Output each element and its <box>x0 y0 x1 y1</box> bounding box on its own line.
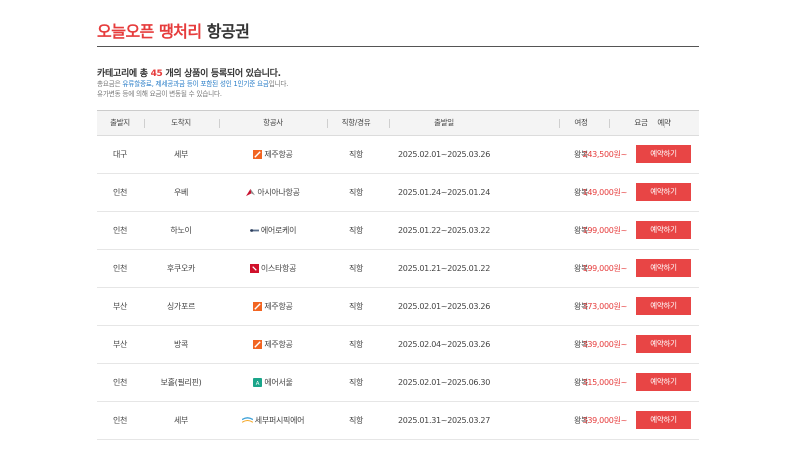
airline-label: 제주항공 <box>253 288 293 325</box>
flight-table: 출발지도착지항공사직항/경유출발일여정요금예약 대구세부제주항공직항2025.0… <box>97 110 699 440</box>
book-button[interactable]: 예약하기 <box>636 411 691 429</box>
note1-highlight: 유류할증료, 제세공과금 등이 포함된 성인 1인기준 요금 <box>122 80 269 88</box>
departure-date-cell: 2025.01.22~2025.03.22 <box>397 226 490 235</box>
fare-cell: 315,000원~ <box>582 378 628 387</box>
fare-note-2: 유가변동 등에 의해 요금이 변동될 수 있습니다. <box>97 89 222 98</box>
summary-suffix: 개의 상품이 등록되어 있습니다. <box>162 69 281 79</box>
header-separator <box>609 119 610 128</box>
fare-cell: 149,000원~ <box>582 188 628 197</box>
cebu-pacific-icon <box>241 416 253 425</box>
departure-date-cell: 2025.02.01~2025.06.30 <box>397 378 490 387</box>
header-separator <box>144 119 145 128</box>
fare-cell: 243,500원~ <box>582 150 628 159</box>
airline-label: 세부퍼시픽에어 <box>241 402 305 439</box>
air-seoul-icon: A <box>253 378 263 387</box>
header-separator <box>664 119 665 128</box>
page-title-rest: 항공권 <box>201 22 250 41</box>
header-separator <box>327 119 328 128</box>
table-row[interactable]: 인천 하노이 에어로케이 직항 2025.01.22~2025.03.22 왕복 199,0… <box>97 212 699 250</box>
header-destination: 도착지 <box>171 118 191 127</box>
jeju-air-icon <box>253 302 263 311</box>
table-row[interactable]: 인천 보홀(필리핀) A 에어서울 직항 2025.02.01~2025.06.30 왕복 3… <box>97 364 699 402</box>
departure-date-cell: 2025.01.21~2025.01.22 <box>397 264 490 273</box>
fare-cell: 199,000원~ <box>582 226 628 235</box>
fare-cell: 339,000원~ <box>582 340 628 349</box>
book-button[interactable]: 예약하기 <box>636 183 691 201</box>
header-airline: 항공사 <box>263 118 283 127</box>
jeju-air-icon <box>253 340 263 349</box>
departure-date-cell: 2025.02.01~2025.03.26 <box>397 150 490 159</box>
airline-name: 제주항공 <box>264 150 293 159</box>
airline-label: 제주항공 <box>253 326 293 363</box>
header-separator <box>389 119 390 128</box>
airline-name: 아시아나항공 <box>257 188 300 197</box>
header-separator <box>219 119 220 128</box>
airline-label: 이스타항공 <box>249 250 297 287</box>
table-row[interactable]: 인천 후쿠오카 이스타항공 직항 2025.01.21~2025.01.22 왕복 199,… <box>97 250 699 288</box>
airline-name: 제주항공 <box>264 302 293 311</box>
summary-count: 45 <box>150 69 163 79</box>
book-button[interactable]: 예약하기 <box>636 297 691 315</box>
product-count-summary: 카테고리에 총 45 개의 상품이 등록되어 있습니다. <box>97 66 281 79</box>
header-route-type: 직항/경유 <box>341 118 371 127</box>
book-button[interactable]: 예약하기 <box>636 145 691 163</box>
asiana-icon <box>246 188 256 197</box>
table-row[interactable]: 인천 우베 아시아나항공 직항 2025.01.24~2025.01.24 왕복 149,0… <box>97 174 699 212</box>
fare-notes: 총요금은 유류할증료, 제세공과금 등이 포함된 성인 1인기준 요금입니다. … <box>97 80 288 99</box>
table-header: 출발지도착지항공사직항/경유출발일여정요금예약 <box>97 110 699 136</box>
book-button[interactable]: 예약하기 <box>636 373 691 391</box>
airline-label: 아시아나항공 <box>246 174 300 211</box>
note1-suffix: 입니다. <box>268 80 289 88</box>
airline-label: A 에어서울 <box>253 364 293 401</box>
summary-prefix: 카테고리에 총 <box>97 69 151 79</box>
table-row[interactable]: 대구 세부 제주항공 직항 2025.02.01~2025.03.26 왕복 243,500… <box>97 136 699 174</box>
book-button[interactable]: 예약하기 <box>636 335 691 353</box>
departure-date-cell: 2025.02.04~2025.03.26 <box>397 340 490 349</box>
airline-name: 에어서울 <box>264 378 293 387</box>
book-button[interactable]: 예약하기 <box>636 221 691 239</box>
header-departure-date: 출발일 <box>434 118 454 127</box>
header-separator <box>559 119 560 128</box>
book-button[interactable]: 예약하기 <box>636 259 691 277</box>
departure-date-cell: 2025.01.31~2025.03.27 <box>397 416 490 425</box>
page-title: 오늘오픈 땡처리 항공권 <box>97 18 250 42</box>
title-divider <box>97 46 699 47</box>
airline-label: 에어로케이 <box>249 212 297 249</box>
airline-name: 제주항공 <box>264 340 293 349</box>
departure-date-cell: 2025.01.24~2025.01.24 <box>397 188 490 197</box>
departure-date-cell: 2025.02.01~2025.03.26 <box>397 302 490 311</box>
airline-label: 제주항공 <box>253 136 293 173</box>
table-row[interactable]: 인천 세부 세부퍼시픽에어 직항 2025.01.31~2025.03.27 왕복 339,… <box>97 402 699 440</box>
jeju-air-icon <box>253 150 263 159</box>
eastar-icon <box>249 264 259 273</box>
note1-prefix: 총요금은 <box>97 80 123 88</box>
table-body: 대구 세부 제주항공 직항 2025.02.01~2025.03.26 왕복 243,500… <box>97 136 699 440</box>
fare-note-1: 총요금은 유류할증료, 제세공과금 등이 포함된 성인 1인기준 요금입니다. <box>97 80 288 90</box>
fare-cell: 339,000원~ <box>582 416 628 425</box>
table-row[interactable]: 부산 방콕 제주항공 직항 2025.02.04~2025.03.26 왕복 339,000… <box>97 326 699 364</box>
fare-cell: 373,000원~ <box>582 302 628 311</box>
airline-name: 세부퍼시픽에어 <box>254 416 305 425</box>
aerok-icon <box>249 226 259 235</box>
table-row[interactable]: 부산 싱가포르 제주항공 직항 2025.02.01~2025.03.26 왕복 373,0… <box>97 288 699 326</box>
svg-text:A: A <box>256 381 260 387</box>
page-title-highlight: 오늘오픈 땡처리 <box>97 22 202 41</box>
airline-name: 이스타항공 <box>260 264 297 273</box>
fare-cell: 199,000원~ <box>582 264 628 273</box>
airline-name: 에어로케이 <box>260 226 297 235</box>
